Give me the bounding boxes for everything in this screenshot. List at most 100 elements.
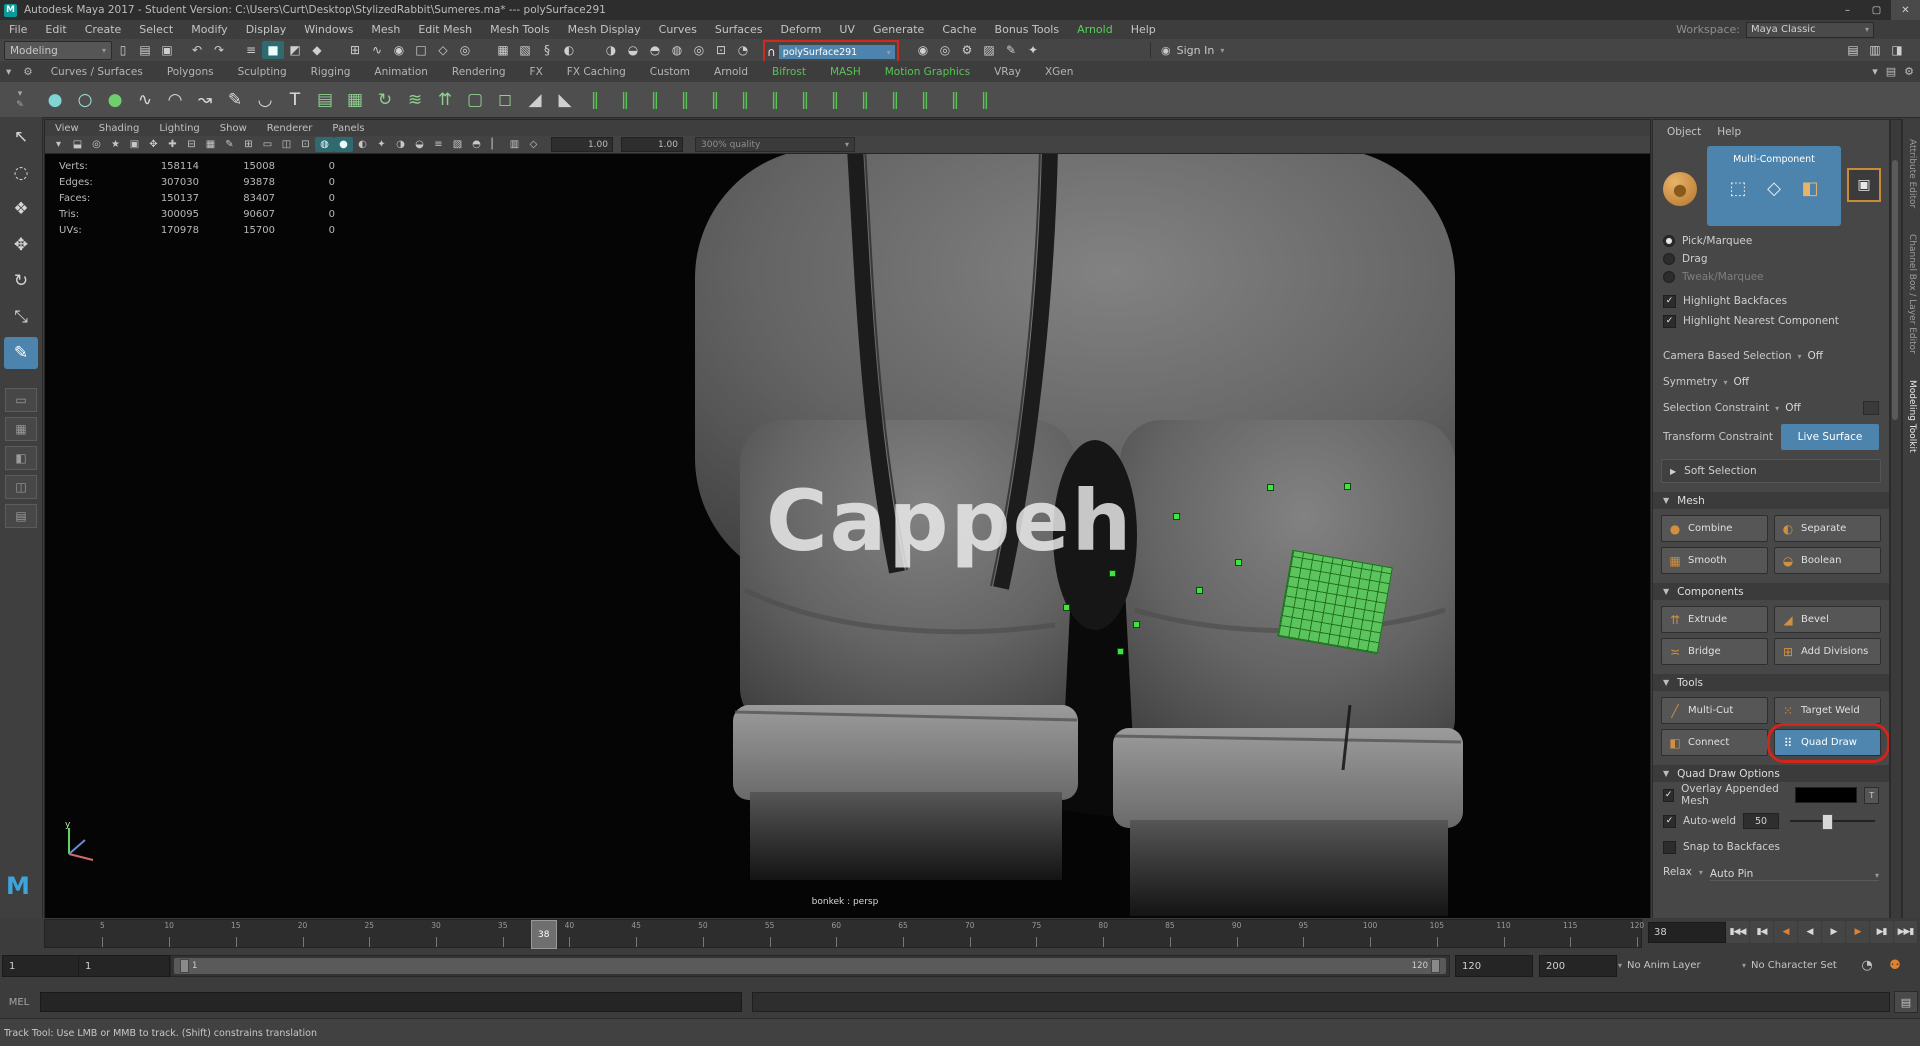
shelf-menu-icon[interactable]: ▾ [0,66,17,78]
current-frame-field[interactable]: 38 [1648,922,1726,943]
soft-selection-collapsible[interactable]: ▶ Soft Selection [1661,459,1881,483]
quad-draw-vertex-dot[interactable] [1174,514,1179,519]
auto-weld-slider[interactable] [1790,820,1875,822]
shelf-tab[interactable]: Curves / Surfaces [39,66,155,78]
shelf-editor-icon[interactable]: ▾ [1872,65,1878,78]
scrollbar-thumb[interactable] [1892,160,1898,420]
tk-button-combine[interactable]: ●Combine [1661,515,1768,542]
scale-tool[interactable]: ⤡ [4,301,38,333]
range-slider-handle[interactable]: 1 120 [174,958,1446,974]
menu-item[interactable]: Curves [650,23,706,36]
paint-effects-icon[interactable]: ✎ [1000,41,1022,59]
text-tool-icon[interactable]: T [280,85,310,115]
res-gate-icon[interactable]: ◫ [277,137,296,152]
prev-key-button[interactable]: ◀ [1774,921,1797,943]
toolkit-menu-item[interactable]: Help [1711,126,1747,138]
auto-weld-field[interactable]: 50 [1743,813,1779,829]
grid-toggle-icon[interactable]: ⊞ [239,137,258,152]
exposure-field[interactable]: 1.00 [551,137,613,152]
toolkit-scrollbar[interactable] [1890,119,1902,919]
shelf-options-icon[interactable]: ⚙ [1904,65,1914,78]
film-gate-icon[interactable]: ▭ [258,137,277,152]
live-surface-button[interactable]: Live Surface [1781,424,1879,450]
open-scene-icon[interactable]: ▤ [134,41,156,59]
motion-blur-icon[interactable]: ≡ [429,137,448,152]
surface-op-icon-4[interactable]: ‖ [670,85,700,115]
menu-item[interactable]: Bonus Tools [986,23,1069,36]
vertex-mode-button[interactable]: ⬚ [1725,175,1751,201]
viewport-menu-item[interactable]: Shading [89,123,150,134]
camera-menu-icon[interactable]: ▾ [49,137,68,152]
toolkit-dropdown-row[interactable]: Camera Based Selection ▾ Off [1653,343,1889,369]
quad-draw-vertex-dot[interactable] [1345,484,1350,489]
shelf-tab[interactable]: Polygons [155,66,226,78]
maximize-button[interactable]: ▢ [1862,0,1891,20]
surface-op-icon-10[interactable]: ‖ [850,85,880,115]
shelf-tab[interactable]: Sculpting [226,66,299,78]
menu-item[interactable]: Cache [933,23,985,36]
modeling-icon-3[interactable]: ◓ [644,41,666,59]
timeline-ruler[interactable]: 5101520253035404550556065707580859095100… [44,919,1642,948]
sidebar-tab[interactable]: Attribute Editor [1907,139,1917,208]
step-forward-button[interactable]: ▶▮ [1870,921,1893,943]
menu-item[interactable]: Display [237,23,296,36]
playback-start-field[interactable]: 1 [78,955,170,977]
modeling-icon-6[interactable]: ⊡ [710,41,732,59]
shelf-tab[interactable]: Custom [638,66,702,78]
shelf-tab[interactable]: Motion Graphics [873,66,982,78]
menu-item[interactable]: UV [830,23,864,36]
section-components[interactable]: ▼Components [1653,583,1889,600]
pencil-curve-icon[interactable]: ✎ [220,85,250,115]
layout-outliner-split[interactable]: ◧ [5,446,37,470]
close-button[interactable]: ✕ [1891,0,1920,20]
move-tool[interactable]: ✥ [4,229,38,261]
sign-in-button[interactable]: Sign In [1177,44,1215,57]
grease-pencil-icon[interactable]: ✎ [220,137,239,152]
paint-select-tool[interactable]: ❖ [4,193,38,225]
chevron-down-icon[interactable]: ▾ [1220,46,1224,55]
ipr-render-icon[interactable]: ◎ [934,41,956,59]
modeling-icon-7[interactable]: ◔ [732,41,754,59]
section-tools[interactable]: ▼Tools [1653,674,1889,691]
tk-button-add-divisions[interactable]: ⊞Add Divisions [1774,638,1881,665]
surface-op-icon-12[interactable]: ‖ [910,85,940,115]
viewport-panel[interactable]: ViewShadingLightingShowRendererPanels ▾⬓… [44,119,1651,919]
workspace-dropdown[interactable]: Maya Classic ▾ [1746,22,1874,38]
shaded-icon[interactable]: ● [334,137,353,152]
go-to-end-button[interactable]: ▶▶▮ [1894,921,1917,943]
xray-icon[interactable]: ⊟ [182,137,201,152]
anim-layer-dropdown[interactable]: ▾ No Anim Layer [1618,955,1701,975]
select-hierarchy-icon[interactable]: ≡ [240,41,262,59]
active-quad-draw-tool[interactable]: ✎ [4,337,38,369]
gate-mask-icon[interactable]: ⊡ [296,137,315,152]
history-input-icon[interactable]: ▦ [492,41,514,59]
shelf-tab[interactable]: Rendering [440,66,518,78]
menu-item[interactable]: Surfaces [706,23,772,36]
separator-icon[interactable]: ▏ [486,137,505,152]
modeling-icon-2[interactable]: ◒ [622,41,644,59]
shelf-tab[interactable]: FX [518,66,555,78]
animation-end-field[interactable]: 200 [1539,955,1617,977]
history-output-icon[interactable]: ▧ [514,41,536,59]
snap-view-icon[interactable]: ◇ [432,41,454,59]
quad-draw-vertex-dot[interactable] [1110,571,1115,576]
live-surface-dropdown[interactable]: polySurface291 ▾ [779,45,895,59]
image-plane-icon[interactable]: ▣ [125,137,144,152]
menu-item[interactable]: Edit [36,23,75,36]
snap-backfaces-row[interactable]: Snap to Backfaces [1653,834,1889,860]
viewport-menu-item[interactable]: Renderer [257,123,323,134]
lights-icon[interactable]: ✦ [372,137,391,152]
extrude-icon[interactable]: ⇈ [430,85,460,115]
surface-op-icon-13[interactable]: ‖ [940,85,970,115]
shelf-tab[interactable]: MASH [818,66,873,78]
radio-row[interactable]: Tweak/Marquee [1653,268,1889,286]
range-grip-left[interactable] [180,959,189,973]
hud-toggle-icon[interactable]: ▥ [505,137,524,152]
make-live-magnet-icon[interactable]: ∩ [767,45,776,59]
quad-draw-preview-face[interactable] [1277,550,1393,654]
undo-icon[interactable]: ↶ [186,41,208,59]
toolkit-dropdown-row[interactable]: Selection Constraint ▾ Off [1653,395,1889,421]
menu-item[interactable]: Deform [771,23,830,36]
multisample-icon[interactable]: ▧ [448,137,467,152]
viewcube-icon[interactable]: ◇ [524,137,543,152]
